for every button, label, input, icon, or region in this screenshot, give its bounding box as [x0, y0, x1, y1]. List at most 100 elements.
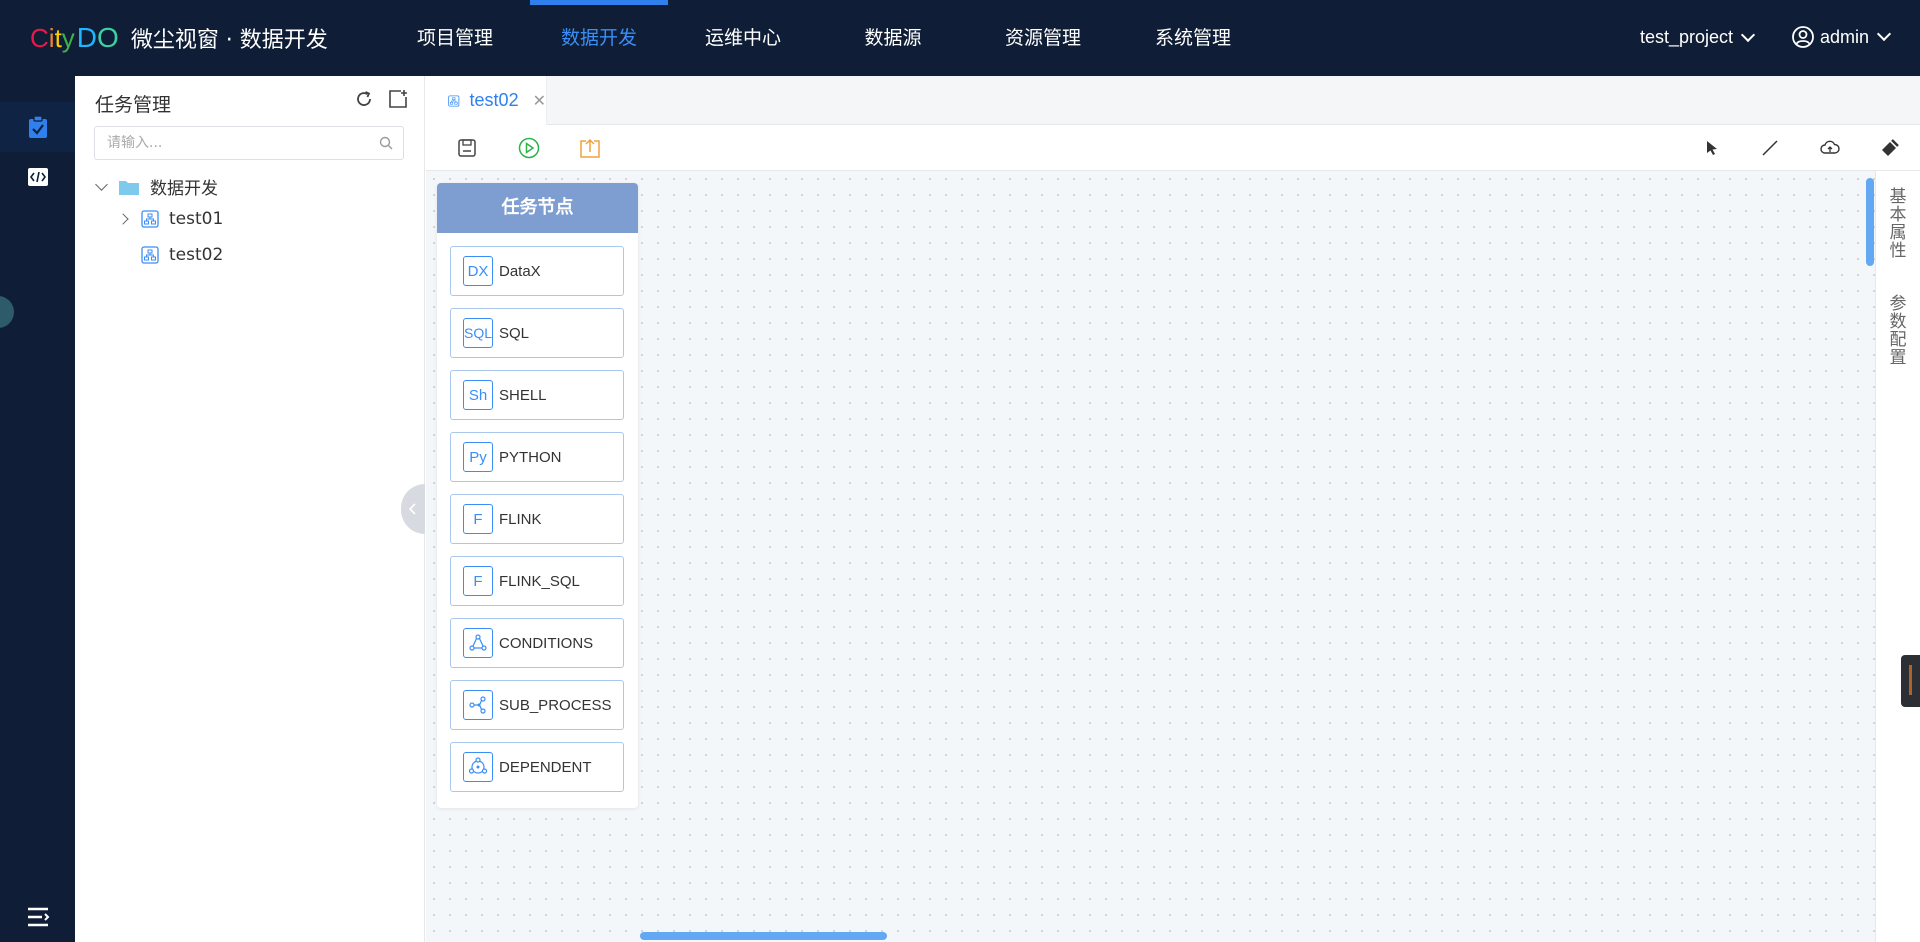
search-icon[interactable] — [379, 136, 393, 150]
sub-process-icon — [463, 690, 493, 720]
rail-task-button[interactable] — [0, 102, 75, 152]
search-input[interactable] — [95, 127, 355, 159]
tree-item-label: test02 — [169, 245, 224, 265]
palette-title: 任务节点 — [437, 183, 638, 233]
shell-icon: Sh — [463, 380, 493, 410]
cloud-icon — [1820, 140, 1840, 154]
publish-button[interactable] — [578, 136, 602, 160]
chevron-left-icon — [408, 503, 416, 515]
search-box — [94, 126, 404, 160]
tree-folder-data-development[interactable]: 数据开发 — [95, 174, 218, 199]
run-icon — [518, 137, 540, 159]
user-avatar-icon — [1792, 26, 1814, 48]
menu-collapse-icon[interactable] — [26, 906, 50, 933]
node-label: SUB_PROCESS — [499, 696, 612, 714]
nav-data-development[interactable]: 数据开发 — [530, 0, 668, 76]
username: admin — [1820, 26, 1870, 47]
app-title: 微尘视窗 · 数据开发 — [130, 28, 328, 53]
task-node-palette: 任务节点 DX DataX SQL SQL Sh SHELL Py PYTHON… — [437, 183, 638, 808]
folder-label: 数据开发 — [150, 179, 218, 199]
node-conditions[interactable]: CONDITIONS — [450, 618, 624, 668]
chevron-down-icon — [1876, 26, 1892, 42]
top-navigation-bar: City DO 微尘视窗 · 数据开发 项目管理 数据开发 运维中心 数据源 资… — [0, 0, 1920, 76]
node-label: PYTHON — [499, 448, 562, 466]
task-clipboard-icon — [28, 115, 47, 138]
nav-system-management[interactable]: 系统管理 — [1118, 0, 1268, 76]
node-datax[interactable]: DX DataX — [450, 246, 624, 296]
tree-item-test02[interactable]: test02 — [141, 245, 223, 265]
datax-icon: DX — [463, 256, 493, 286]
rail-code-button[interactable] — [0, 152, 75, 202]
flink-icon: F — [463, 504, 493, 534]
line-icon — [1762, 140, 1778, 156]
tab-test02[interactable]: test02 ✕ — [426, 76, 547, 125]
run-button[interactable] — [517, 136, 541, 160]
tree-item-label: test01 — [169, 209, 224, 229]
node-sql[interactable]: SQL SQL — [450, 308, 624, 358]
tab-parameter-config[interactable]: 参数配置 — [1888, 295, 1908, 367]
save-icon — [458, 139, 476, 157]
node-flink[interactable]: F FLINK — [450, 494, 624, 544]
line-tool-button[interactable] — [1758, 136, 1782, 160]
properties-side-strip — [1875, 171, 1920, 942]
node-sub-process[interactable]: SUB_PROCESS — [450, 680, 624, 730]
close-icon[interactable]: ✕ — [533, 91, 546, 111]
node-label: SHELL — [499, 386, 547, 404]
task-management-panel: 任务管理 数据开发 test01 — [75, 76, 425, 942]
floating-widget[interactable] — [1901, 655, 1920, 707]
node-label: FLINK_SQL — [499, 572, 580, 590]
format-icon — [1882, 139, 1899, 156]
sql-icon: SQL — [463, 318, 493, 348]
tree-item-test01[interactable]: test01 — [117, 209, 224, 229]
tab-basic-properties[interactable]: 基本属性 — [1888, 188, 1908, 260]
editor-tabs-bar: test02 ✕ — [426, 76, 1920, 125]
node-python[interactable]: Py PYTHON — [450, 432, 624, 482]
node-label: DataX — [499, 262, 541, 280]
nav-ops-center[interactable]: 运维中心 — [668, 0, 818, 76]
main-nav: 项目管理 数据开发 运维中心 数据源 资源管理 系统管理 — [380, 0, 1268, 76]
node-dependent[interactable]: DEPENDENT — [450, 742, 624, 792]
chevron-down-icon — [1740, 27, 1756, 42]
nav-project-management[interactable]: 项目管理 — [380, 0, 530, 76]
logo-city-text: City — [30, 22, 75, 53]
save-button[interactable] — [455, 136, 479, 160]
logo-do-text: DO — [76, 22, 119, 53]
node-label: DEPENDENT — [499, 758, 592, 776]
code-icon — [27, 168, 48, 186]
vertical-scrollbar[interactable] — [1866, 178, 1874, 266]
workflow-icon — [448, 94, 460, 107]
node-flink-sql[interactable]: F FLINK_SQL — [450, 556, 624, 606]
floating-assistant-button[interactable] — [0, 296, 14, 328]
node-label: SQL — [499, 324, 530, 342]
user-menu[interactable]: admin — [1792, 26, 1892, 48]
tab-label: test02 — [469, 90, 519, 110]
dag-canvas[interactable] — [426, 171, 1875, 942]
cloud-button[interactable] — [1818, 136, 1842, 160]
pointer-icon — [1707, 141, 1717, 155]
workflow-icon — [141, 210, 159, 228]
citydo-logo[interactable]: City DO 微尘视窗 · 数据开发 — [30, 22, 328, 54]
panel-tools — [354, 89, 408, 109]
widget-bar — [1909, 665, 1912, 695]
format-button[interactable] — [1878, 136, 1902, 160]
workflow-icon — [141, 246, 159, 264]
node-label: FLINK — [499, 510, 542, 528]
nav-resource-management[interactable]: 资源管理 — [968, 0, 1118, 76]
new-folder-icon[interactable] — [388, 89, 408, 109]
nav-data-source[interactable]: 数据源 — [818, 0, 968, 76]
node-shell[interactable]: Sh SHELL — [450, 370, 624, 420]
refresh-icon[interactable] — [354, 89, 374, 109]
chevron-right-icon — [117, 213, 129, 225]
horizontal-scrollbar[interactable] — [640, 932, 887, 940]
editor-toolbar — [426, 125, 1920, 171]
conditions-icon — [463, 628, 493, 658]
project-selector[interactable]: test_project — [1640, 27, 1756, 48]
project-name: test_project — [1640, 27, 1734, 47]
dependent-icon — [463, 752, 493, 782]
panel-title: 任务管理 — [95, 94, 172, 116]
publish-icon — [580, 138, 600, 158]
chevron-down-icon — [95, 178, 108, 191]
left-icon-rail — [0, 76, 75, 942]
flink-sql-icon: F — [463, 566, 493, 596]
select-tool-button[interactable] — [1700, 136, 1724, 160]
